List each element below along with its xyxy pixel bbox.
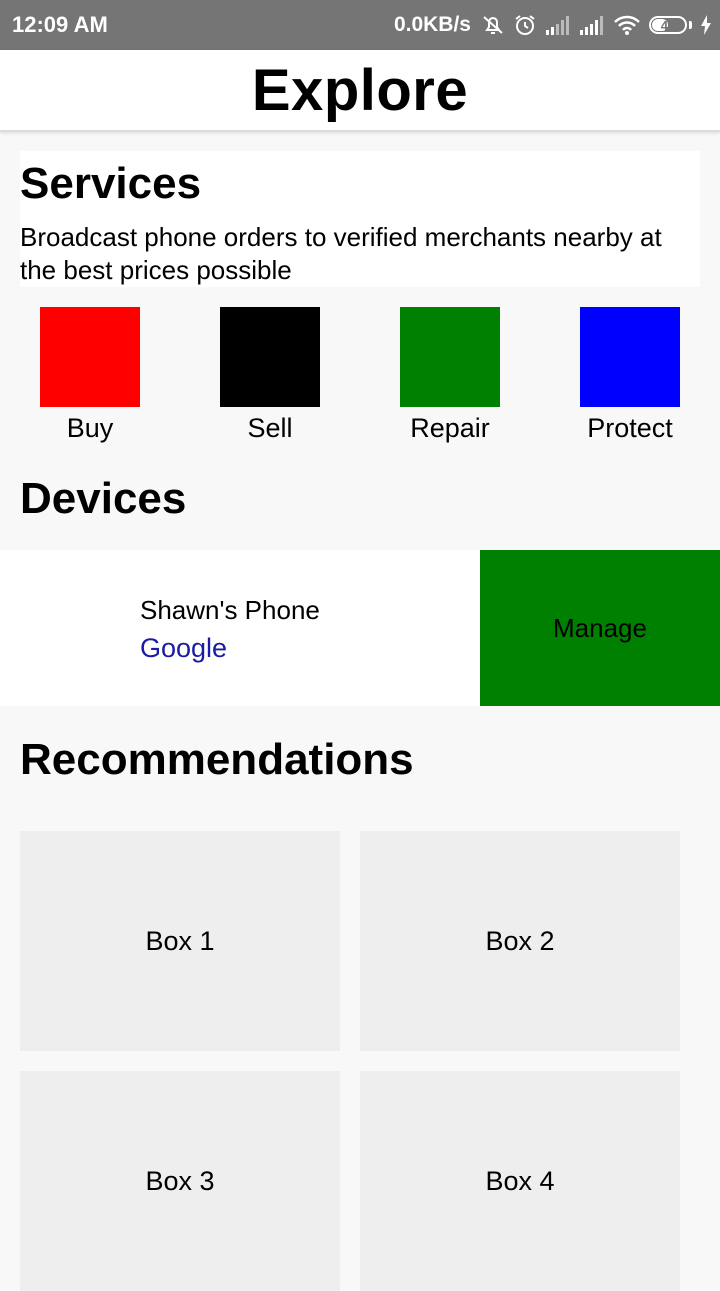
service-label: Sell (247, 413, 293, 443)
status-time: 12:09 AM (12, 12, 108, 37)
recommendation-box-3[interactable]: Box 3 (20, 1071, 340, 1291)
service-icon (580, 307, 680, 407)
device-row[interactable]: Shawn's Phone Google Manage (0, 550, 720, 706)
services-card: Services Broadcast phone orders to verif… (20, 151, 700, 287)
service-label: Repair (410, 413, 490, 443)
device-name: Shawn's Phone (140, 595, 320, 625)
service-protect[interactable]: Protect (540, 307, 720, 444)
service-repair[interactable]: Repair (360, 307, 540, 444)
service-buy[interactable]: Buy (0, 307, 180, 444)
network-speed: 0.0KB/s (393, 13, 471, 36)
wifi-icon (613, 14, 641, 36)
service-label: Buy (66, 413, 114, 443)
service-icon (40, 307, 140, 407)
service-icon (400, 307, 500, 407)
service-sell[interactable]: Sell (180, 307, 360, 444)
charging-icon (700, 15, 712, 35)
services-description: Broadcast phone orders to verified merch… (20, 222, 662, 285)
services-title: Services (20, 159, 202, 208)
recommendation-box-1[interactable]: Box 1 (20, 831, 340, 1051)
devices-title: Devices (20, 474, 187, 523)
battery-cap (689, 21, 692, 29)
signal-icon (545, 15, 571, 35)
recommendation-box-4[interactable]: Box 4 (360, 1071, 680, 1291)
status-icons: 0.0KB/s 46 (394, 10, 712, 40)
device-brand: Google (140, 633, 228, 663)
mute-icon (481, 13, 505, 37)
status-bar: 12:09 AM 0.0KB/s 46 (0, 0, 720, 50)
signal-icon (579, 15, 605, 35)
page-title: Explore (251, 57, 469, 123)
battery-level: 46 (660, 17, 676, 33)
service-label: Protect (587, 413, 673, 443)
recommendations-title: Recommendations (20, 735, 414, 784)
app-bar: Explore (0, 50, 720, 132)
service-icon (220, 307, 320, 407)
recommendation-box-2[interactable]: Box 2 (360, 831, 680, 1051)
alarm-icon (513, 13, 537, 37)
battery-icon: 46 (649, 16, 687, 34)
manage-button[interactable]: Manage (480, 550, 720, 706)
